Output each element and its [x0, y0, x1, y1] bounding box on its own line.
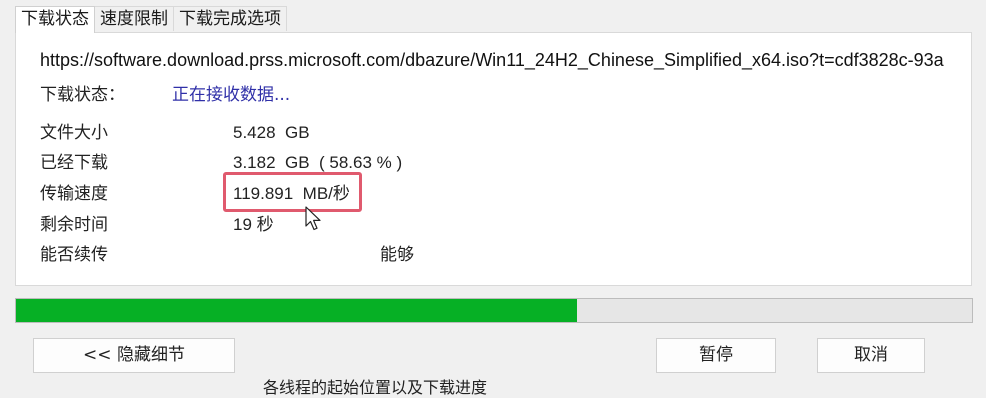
mouse-cursor-icon [305, 206, 321, 231]
status-label: 下载状态： [40, 85, 125, 105]
download-progress-fill [16, 299, 577, 322]
hide-details-button[interactable]: << 隐藏细节 [33, 338, 235, 373]
file-size-label: 文件大小 [40, 123, 108, 143]
tab-completion-options[interactable]: 下载完成选项 [173, 6, 287, 31]
remaining-value: 19 秒 [233, 215, 274, 234]
resume-label: 能否续传 [40, 245, 108, 265]
remaining-label: 剩余时间 [40, 215, 108, 235]
speed-highlight-box [223, 172, 362, 212]
pause-button[interactable]: 暂停 [656, 338, 776, 373]
tab-download-status[interactable]: 下载状态 [15, 6, 95, 33]
cancel-button[interactable]: 取消 [817, 338, 925, 373]
downloaded-label: 已经下载 [40, 153, 108, 173]
tab-speed-limit[interactable]: 速度限制 [94, 6, 174, 31]
tab-bar: 下载状态 速度限制 下载完成选项 [15, 6, 287, 33]
resume-value: 能够 [380, 245, 414, 265]
status-panel: https://software.download.prss.microsoft… [15, 32, 972, 286]
download-progress-bar [15, 298, 973, 323]
file-size-value: 5.428 GB [233, 123, 310, 142]
thread-progress-caption: 各线程的起始位置以及下载进度 [263, 378, 488, 397]
download-url: https://software.download.prss.microsoft… [40, 50, 944, 70]
status-value: 正在接收数据... [172, 85, 291, 105]
speed-label: 传输速度 [40, 184, 108, 204]
